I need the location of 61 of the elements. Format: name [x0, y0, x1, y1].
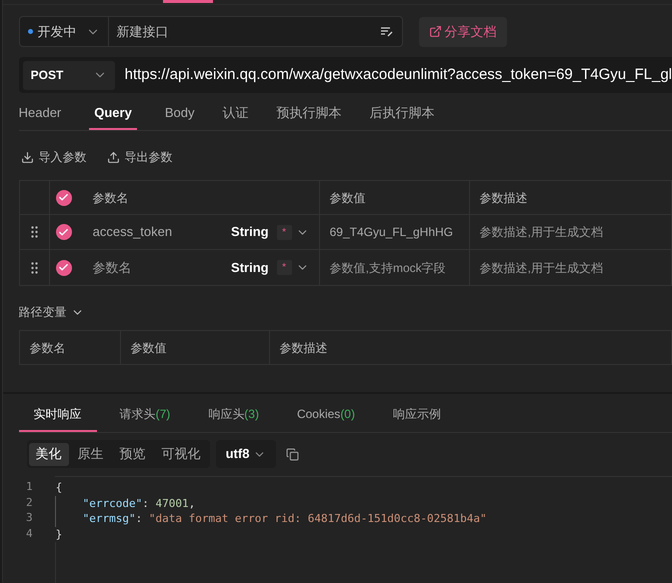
required-toggle[interactable]: *	[276, 224, 292, 240]
row-checkbox[interactable]	[56, 224, 72, 240]
response-tab[interactable]: 响应示例	[378, 398, 456, 432]
param-value-field[interactable]: 参数值,支持mock字段	[330, 258, 446, 276]
upload-icon	[106, 150, 120, 164]
edit-list-icon[interactable]	[380, 26, 394, 38]
encoding-select[interactable]: utf8	[216, 440, 276, 468]
copy-icon[interactable]	[286, 448, 300, 460]
column-header: 参数值	[130, 340, 167, 356]
check-icon	[58, 262, 70, 273]
param-value-field[interactable]: 69_T4Gyu_FL_gHhHG	[330, 223, 454, 241]
column-header: 参数名	[30, 340, 66, 356]
response-tab[interactable]: 响应头(3)	[193, 398, 274, 432]
tab[interactable]: Query	[89, 97, 137, 130]
param-description-field[interactable]: 参数描述,用于生成文档	[480, 258, 603, 276]
column-header: 参数名	[92, 190, 129, 206]
method-select[interactable]: POST	[22, 60, 115, 90]
check-icon	[58, 192, 70, 203]
view-mode-tab[interactable]: 原生	[70, 442, 111, 466]
select-all-checkbox[interactable]	[56, 190, 72, 206]
tab[interactable]: Header	[18, 97, 62, 130]
code-line: "errcode": 47001,	[82, 496, 196, 510]
tab[interactable]: 认证	[222, 97, 248, 130]
drag-handle-icon[interactable]	[30, 262, 38, 274]
import-button[interactable]: 导入参数	[20, 148, 87, 166]
param-description-field[interactable]: 参数描述,用于生成文档	[480, 223, 603, 241]
view-mode-tab[interactable]: 预览	[112, 442, 153, 466]
line-number: 4	[26, 526, 33, 541]
row-checkbox[interactable]	[56, 260, 72, 276]
tab[interactable]: 后执行脚本	[369, 97, 434, 130]
download-icon	[20, 150, 34, 164]
share-icon	[428, 25, 442, 38]
param-name-field[interactable]: access_token	[92, 222, 232, 242]
line-number: 2	[26, 494, 33, 510]
name-field[interactable]: 新建接口	[108, 16, 403, 47]
response-tab[interactable]: 实时响应	[18, 398, 97, 432]
code-line: }	[56, 528, 62, 540]
drag-handle-icon[interactable]	[30, 226, 38, 238]
response-tab[interactable]: 请求头(7)	[104, 398, 186, 432]
column-header: 参数描述	[280, 340, 328, 356]
column-header: 参数值	[330, 190, 366, 206]
required-toggle[interactable]: *	[276, 260, 292, 275]
view-mode-tab[interactable]: 美化	[28, 442, 69, 466]
tab[interactable]: Body	[164, 97, 194, 130]
export-button[interactable]: 导出参数	[106, 148, 173, 166]
param-name-field[interactable]: 参数名	[92, 258, 232, 278]
line-number: 1	[26, 479, 33, 494]
type-select[interactable]: String	[231, 222, 269, 242]
column-header: 参数描述	[480, 190, 528, 206]
response-tab[interactable]: Cookies(0)	[282, 398, 370, 432]
path-variables-toggle[interactable]: 路径变量	[18, 303, 84, 321]
code-line: "errmsg": "data format error rid: 64817d6d-151d0cc8-02581b4a"	[82, 512, 487, 525]
share-button[interactable]: 分享文档	[418, 16, 507, 46]
url-field[interactable]: https://api.weixin.qq.com/wxa/getwxacodeunlimit?access_token=69_T4Gyu_FL_gl	[124, 64, 672, 86]
status-select[interactable]: 开发中	[18, 16, 109, 47]
view-mode-tab[interactable]: 可视化	[154, 442, 208, 466]
check-icon	[58, 226, 70, 238]
line-number: 3	[26, 510, 33, 526]
code-line: {	[56, 481, 62, 494]
tab[interactable]: 预执行脚本	[276, 97, 342, 130]
type-select[interactable]: String	[231, 258, 269, 278]
